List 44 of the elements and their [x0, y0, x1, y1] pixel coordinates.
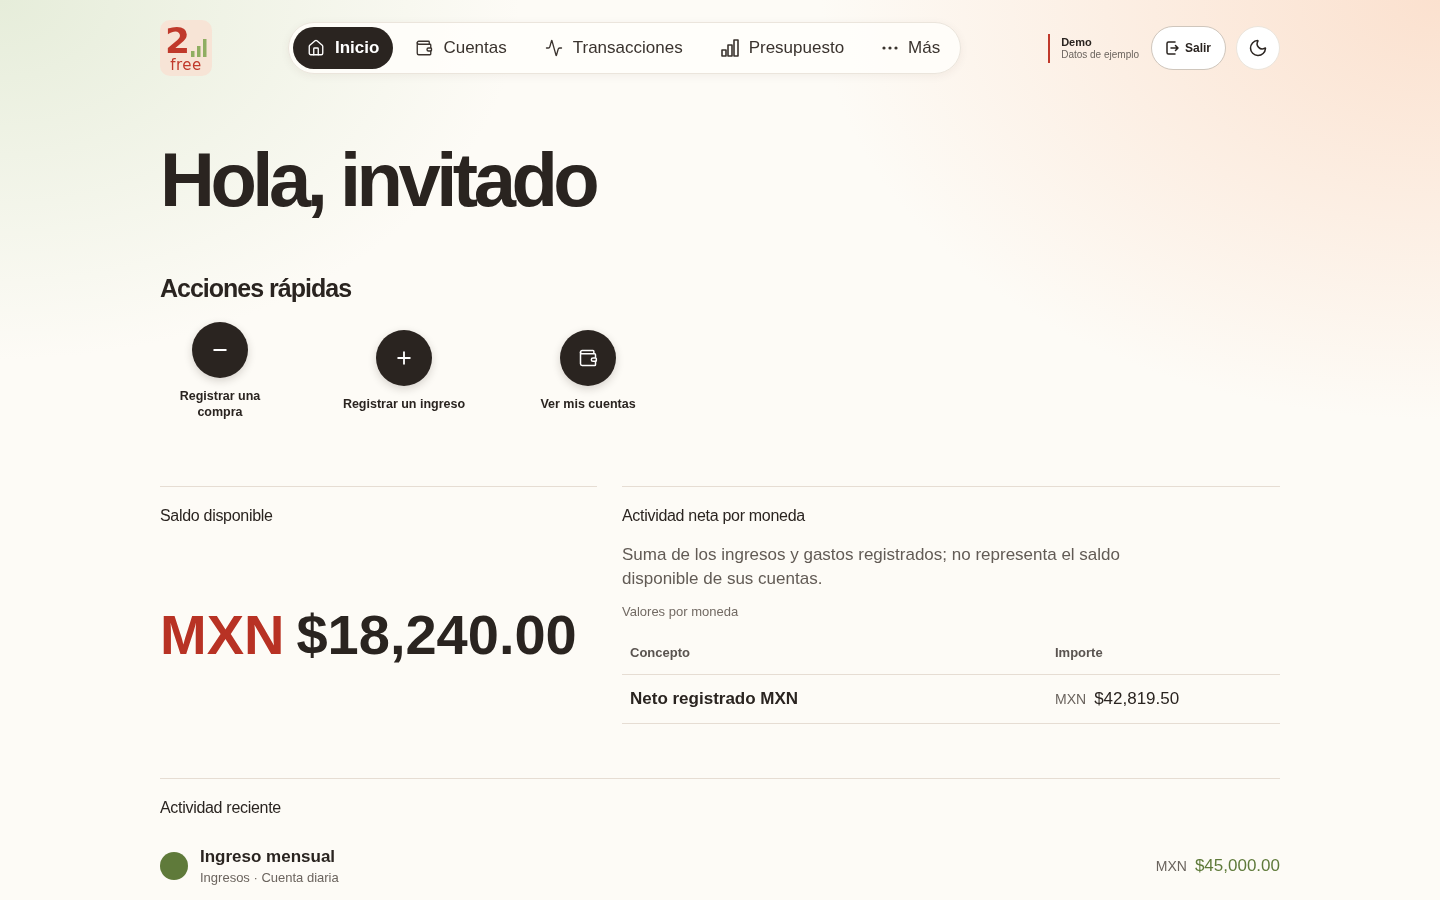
- more-icon: [882, 46, 899, 50]
- nav-tab[interactable]: Presupuesto: [704, 27, 861, 69]
- panel-description: Suma de los ingresos y gastos registrados; no representa el saldo disponible de sus cuentas.: [622, 544, 1121, 590]
- activity-meta: Ingresos · Cuenta diaria: [200, 869, 339, 887]
- home-icon: [307, 39, 325, 57]
- amount-text: $42,819.50: [1094, 689, 1180, 708]
- column-header: Importe: [1047, 631, 1280, 675]
- table-cell: Neto registrado MXN: [630, 689, 799, 708]
- balance-amount: $18,240.00: [296, 603, 577, 667]
- nav-tab[interactable]: Inicio: [293, 27, 394, 69]
- balance-currency: MXN: [160, 603, 285, 667]
- bar-chart-icon: [720, 39, 739, 57]
- panel-title: Actividad reciente: [160, 798, 282, 818]
- currency-code: MXN: [1155, 858, 1187, 874]
- wallet-icon: [560, 330, 616, 386]
- column-header: Concepto: [622, 631, 1047, 675]
- mode-subtitle: Datos de ejemplo: [1061, 48, 1139, 61]
- quick-action-button[interactable]: Registrar un ingreso: [338, 330, 470, 412]
- minus-icon: [192, 322, 248, 378]
- nav-tab[interactable]: Transacciones: [528, 27, 699, 69]
- table-caption: Valores por moneda: [622, 603, 739, 621]
- logo-text: free: [170, 57, 202, 73]
- theme-toggle-button[interactable]: [1236, 26, 1280, 70]
- pulse-icon: [544, 39, 563, 57]
- moon-icon: [1248, 38, 1268, 58]
- activity-title: Ingreso mensual: [200, 846, 336, 868]
- logo-mark: 2: [164, 25, 191, 57]
- greeting-heading: Hola, invitado: [160, 136, 596, 224]
- quick-action-button[interactable]: Registrar una compra: [160, 322, 280, 420]
- currency-code: MXN: [1055, 691, 1087, 707]
- logo[interactable]: 2 free: [160, 20, 212, 76]
- section-heading: Acciones rápidas: [160, 273, 352, 304]
- wallet-icon: [415, 39, 434, 57]
- logout-button[interactable]: Salir: [1151, 26, 1226, 70]
- mode-title: Demo: [1061, 35, 1093, 49]
- bars-icon: [191, 39, 208, 57]
- plus-icon: [376, 330, 432, 386]
- nav-tab[interactable]: Más: [866, 27, 957, 69]
- quick-action-button[interactable]: Ver mis cuentas: [528, 330, 648, 412]
- logout-icon: [1166, 41, 1179, 55]
- panel-title: Saldo disponible: [160, 506, 273, 526]
- panel-title: Actividad neta por moneda: [622, 506, 805, 526]
- nav-tab[interactable]: Cuentas: [399, 27, 523, 69]
- amount-text: $45,000.00: [1194, 856, 1280, 876]
